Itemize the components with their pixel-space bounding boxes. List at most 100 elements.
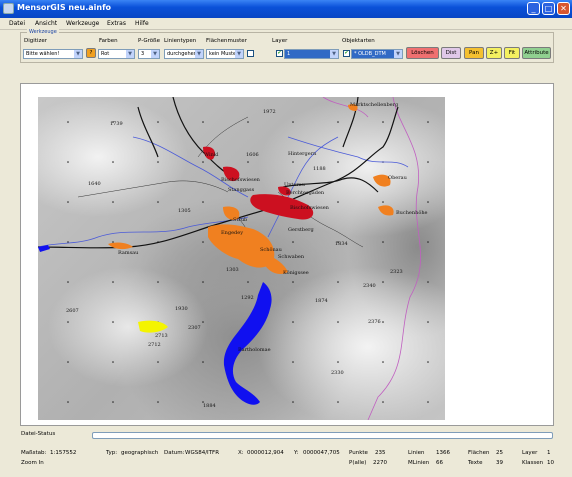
map-canvas-frame[interactable]: Marktschellenberg Winkl Bischofswiesen S… — [20, 83, 554, 426]
place-label: Schönau — [260, 247, 282, 253]
elevation-label: 1972 — [263, 109, 276, 115]
y-value: 0000047,705 — [303, 450, 340, 456]
app-icon — [3, 3, 14, 14]
place-label: Unterau — [284, 182, 305, 188]
menu-bar: Datei Ansicht Werkzeuge Extras Hilfe — [0, 18, 572, 30]
elevation-label: 1292 — [241, 295, 254, 301]
place-label: Hintergern — [288, 151, 317, 157]
minimize-button[interactable]: _ — [527, 2, 540, 15]
place-label: Marktschellenberg — [350, 102, 399, 108]
place-label: Bartholomae — [238, 347, 271, 353]
flaechenmuster-select[interactable]: kein Muster ▼ — [206, 49, 244, 59]
chevron-down-icon: ▼ — [330, 50, 338, 58]
help-button[interactable]: ? — [86, 48, 96, 58]
klassen-label: Klassen — [522, 460, 544, 466]
objektarten-select[interactable]: * OLDB_DTM ▼ — [351, 49, 403, 59]
dist-button[interactable]: Dist — [441, 47, 461, 59]
objektarten-label: Objektarten — [342, 38, 375, 44]
place-label: Engedey — [221, 230, 244, 236]
lake-west — [38, 245, 50, 252]
elevation-label: 2712 — [148, 342, 161, 348]
layer-select[interactable]: 1 ▼ — [284, 49, 339, 59]
map-view[interactable]: Marktschellenberg Winkl Bischofswiesen S… — [38, 97, 445, 420]
attribute-button[interactable]: Attribute — [522, 47, 551, 59]
layer-checkbox[interactable]: ✔ — [276, 50, 283, 57]
menu-ansicht[interactable]: Ansicht — [35, 20, 57, 27]
yellow-area — [138, 320, 168, 333]
linien-value: 1366 — [436, 450, 450, 456]
x-label: X: — [238, 450, 244, 456]
elevation-label: 1739 — [110, 121, 123, 127]
elevation-label: 2713 — [155, 333, 168, 339]
texte-label: Texte — [468, 460, 483, 466]
place-label: Bischofswiesen — [290, 205, 329, 211]
place-label: Oberau — [388, 175, 407, 181]
place-label: Bischofswiesen — [221, 177, 260, 183]
map-drawing — [38, 97, 429, 420]
flaechenmuster-label: Flächenmuster — [206, 38, 247, 44]
elevation-label: 1930 — [175, 306, 188, 312]
elevation-label: 1188 — [313, 166, 326, 172]
elevation-label: 1640 — [88, 181, 101, 187]
place-label: Ramsau — [118, 250, 139, 256]
place-label: Strub — [233, 217, 248, 223]
elevation-label: 1305 — [178, 208, 191, 214]
title-bar: MensorGIS neu.ainfo _ □ ✕ — [0, 0, 572, 18]
loeschen-button[interactable]: Löschen — [406, 47, 439, 59]
elevation-label: 1874 — [315, 298, 328, 304]
layer-count-value: 1 — [547, 450, 551, 456]
pgroesse-label: P-Größe — [138, 38, 160, 44]
datei-status-label: Datei-Status — [21, 431, 56, 437]
menu-werkzeuge[interactable]: Werkzeuge — [66, 20, 99, 27]
chevron-down-icon: ▼ — [74, 50, 82, 58]
chevron-down-icon: ▼ — [235, 50, 243, 58]
farben-select[interactable]: Rot ▼ — [98, 49, 135, 59]
objektarten-checkbox[interactable]: ✔ — [343, 50, 350, 57]
datum-value: WGS84/ITFR — [185, 450, 220, 456]
flaechen-value: 25 — [496, 450, 503, 456]
punkte-value: 235 — [375, 450, 386, 456]
linientypen-select[interactable]: durchgehend ▼ — [164, 49, 204, 59]
zoom-mode: Zoom In — [21, 460, 44, 466]
chevron-down-icon: ▼ — [394, 50, 402, 58]
toolbar-group-label: Werkzeuge — [27, 29, 59, 35]
chevron-down-icon: ▼ — [126, 50, 134, 58]
pattern-checkbox[interactable] — [247, 50, 254, 57]
pan-button[interactable]: Pan — [464, 47, 484, 59]
elevation-label: 2340 — [363, 283, 376, 289]
place-label: Stanggass — [228, 187, 255, 193]
place-label: Winkl — [204, 152, 219, 158]
layer-count-label: Layer — [522, 450, 538, 456]
linien-label: Linien — [408, 450, 425, 456]
menu-extras[interactable]: Extras — [107, 20, 126, 27]
y-label: Y: — [294, 450, 299, 456]
elevation-label: 2330 — [331, 370, 344, 376]
mlinien-label: MLinien — [408, 460, 430, 466]
place-label: Gerstberg — [288, 227, 314, 233]
massstab-label: Maßstab: — [21, 450, 47, 456]
place-label: Buchenhöhe — [396, 210, 428, 216]
chevron-down-icon: ▼ — [151, 50, 159, 58]
status-progress-bar — [92, 432, 553, 439]
klassen-value: 10 — [547, 460, 554, 466]
pfaelle-value: 2270 — [373, 460, 387, 466]
datum-label: Datum: — [164, 450, 185, 456]
zoom-in-button[interactable]: Z+ — [486, 47, 502, 59]
menu-hilfe[interactable]: Hilfe — [135, 20, 149, 27]
pfaelle-label: P(alle) — [349, 460, 367, 466]
elevation-label: 2376 — [368, 319, 381, 325]
maximize-button[interactable]: □ — [542, 2, 555, 15]
boundary-line — [367, 97, 421, 420]
flaechen-label: Flächen — [468, 450, 490, 456]
digitizer-select[interactable]: Bitte wählen! ▼ — [23, 49, 83, 59]
elevation-label: 1834 — [335, 241, 348, 247]
pgroesse-select[interactable]: 3 ▼ — [138, 49, 160, 59]
menu-datei[interactable]: Datei — [9, 20, 25, 27]
elevation-label: 2607 — [66, 308, 79, 314]
close-button[interactable]: ✕ — [557, 2, 570, 15]
massstab-value: 1:157552 — [50, 450, 77, 456]
fit-button[interactable]: Fit — [504, 47, 520, 59]
elevation-label: 1884 — [203, 403, 216, 409]
typ-value: geographisch — [121, 450, 159, 456]
mlinien-value: 66 — [436, 460, 443, 466]
